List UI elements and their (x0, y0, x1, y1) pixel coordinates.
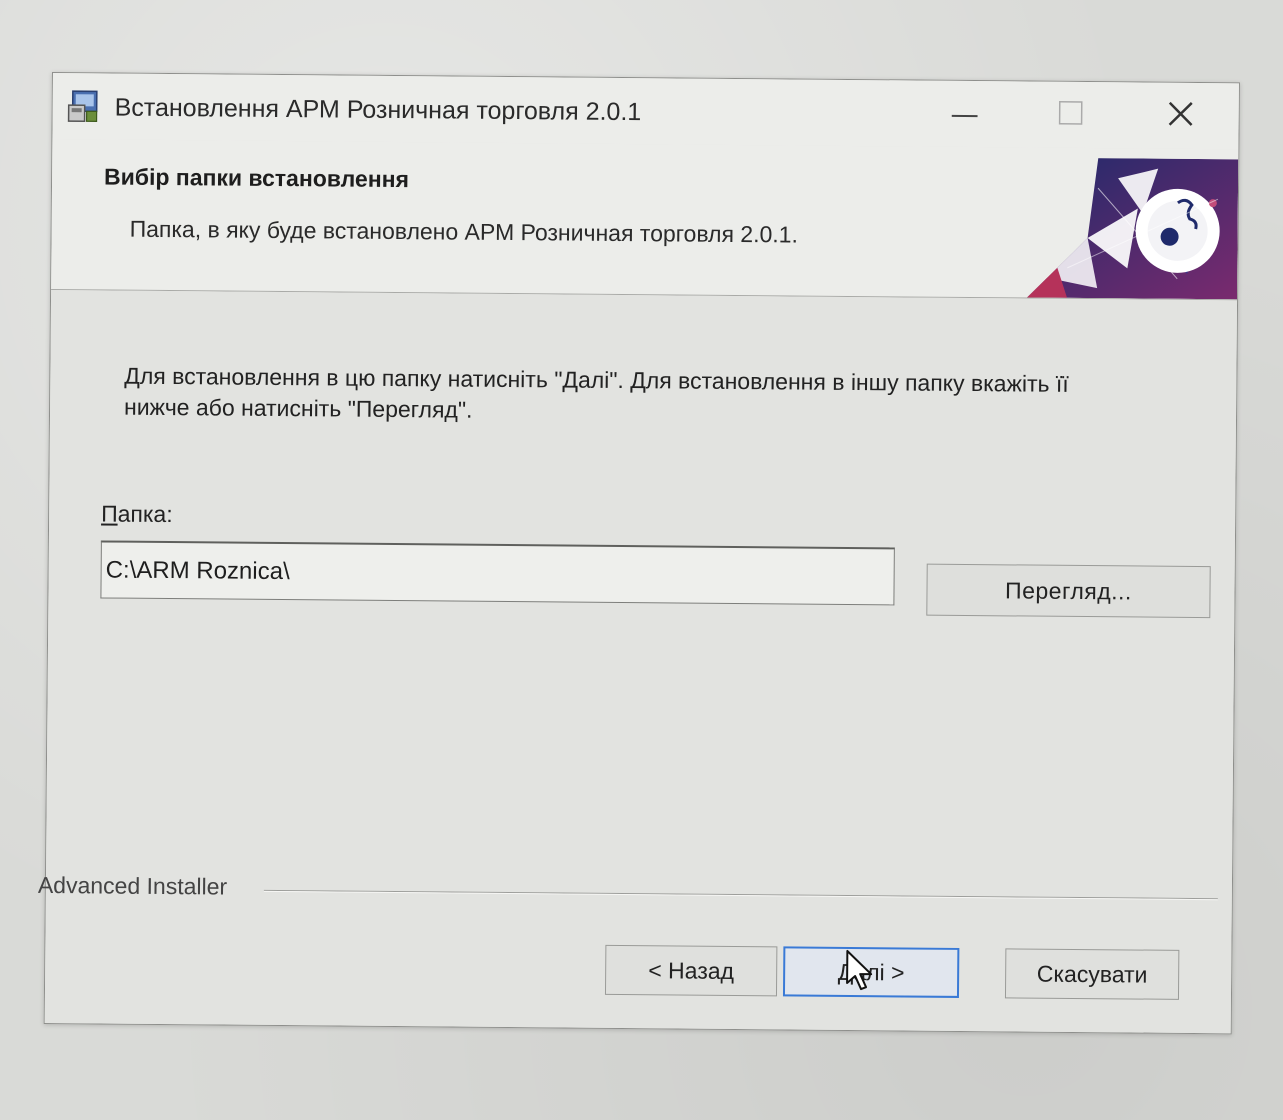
close-button[interactable] (1152, 95, 1208, 137)
folder-label-accelerator: П (101, 500, 118, 527)
page-subtitle: Папка, в яку буде встановлено АРМ Рознич… (129, 215, 799, 248)
close-icon (1168, 100, 1194, 131)
wizard-header: Вибір папки встановлення Папка, в яку бу… (51, 139, 1239, 301)
installer-app-icon (67, 89, 101, 123)
folder-label: Папка: (101, 500, 173, 528)
title-bar[interactable]: Встановлення АРМ Розничная торговля 2.0.… (52, 73, 1239, 150)
footer-brand: Advanced Installer (38, 872, 1232, 918)
back-button[interactable]: < Назад (604, 944, 778, 997)
footer-divider (263, 889, 1218, 901)
minimize-icon (951, 105, 978, 123)
advanced-installer-brand: Advanced Installer (37, 871, 228, 900)
browse-button[interactable]: Перегляд... (926, 563, 1211, 619)
minimize-button[interactable] (936, 93, 992, 135)
page-title: Вибір папки встановлення (103, 163, 410, 193)
installer-window: Встановлення АРМ Розничная торговля 2.0.… (38, 72, 1240, 1035)
next-button[interactable]: Далі > (782, 946, 960, 998)
cancel-button[interactable]: Скасувати (1004, 948, 1180, 1000)
maximize-button[interactable] (1042, 94, 1098, 136)
folder-path-input[interactable] (100, 540, 895, 606)
folder-label-text: апка: (117, 500, 173, 528)
window-title: Встановлення АРМ Розничная торговля 2.0.… (114, 93, 642, 127)
banner-logo-image (1027, 158, 1239, 300)
wizard-content: Для встановлення в цю папку натисніть "Д… (38, 290, 1238, 1034)
maximize-icon (1058, 100, 1083, 129)
instructions-text: Для встановлення в цю папку натисніть "Д… (123, 362, 1069, 423)
